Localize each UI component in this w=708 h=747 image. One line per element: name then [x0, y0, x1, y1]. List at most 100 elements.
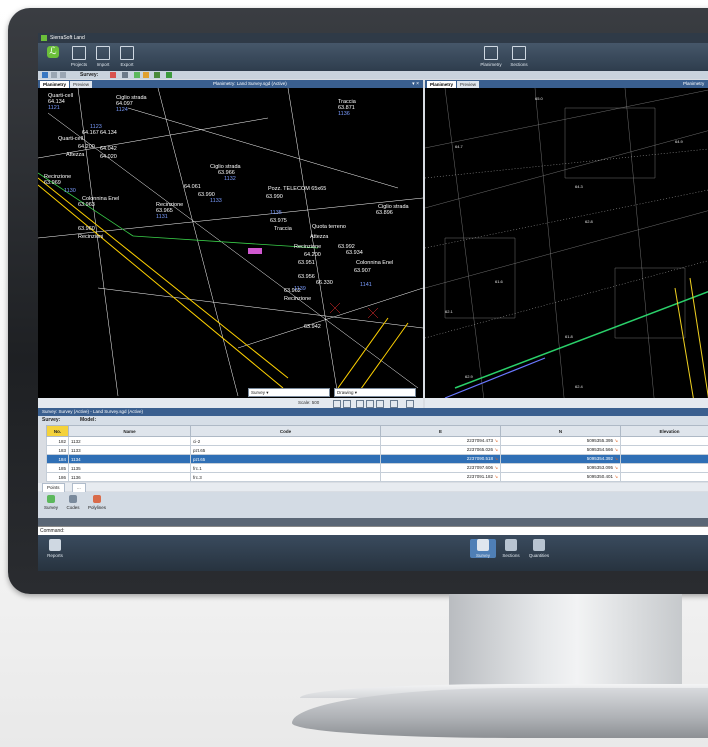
cell-e[interactable]: 2237094.473 ↘: [380, 436, 501, 446]
app-window: SierraSoft Land ℒ Projects Import Export…: [38, 33, 708, 571]
planimetry-viewport-right[interactable]: Planimetry Preview Planimetry 65.0 64.7 …: [425, 80, 708, 408]
edit-marker-icon[interactable]: ↘: [613, 438, 618, 443]
cell-el[interactable]: 63: [620, 463, 708, 473]
properties-icon[interactable]: [406, 400, 414, 408]
panel-splitter[interactable]: [38, 518, 708, 526]
cell-name[interactable]: 1134: [68, 454, 191, 464]
cell-n[interactable]: 5095354.566 ↘: [500, 445, 621, 455]
edit-marker-icon[interactable]: ↘: [613, 474, 618, 479]
cad-label: 63.934: [346, 250, 363, 256]
edit-marker-icon[interactable]: ↘: [493, 465, 498, 470]
edit-marker-icon[interactable]: ↘: [493, 474, 498, 479]
cell-el[interactable]: 63: [620, 445, 708, 455]
codes-tab-button[interactable]: Codes: [62, 495, 84, 510]
telecom-manhole-mark[interactable]: [248, 248, 262, 254]
survey-bottom-button[interactable]: Survey: [470, 539, 496, 558]
save-icon[interactable]: [42, 72, 48, 78]
col-header-n[interactable]: N: [500, 425, 621, 437]
cell-name[interactable]: 1135: [68, 463, 191, 473]
edit-marker-icon[interactable]: ↘: [493, 456, 498, 461]
table-icon[interactable]: [154, 72, 160, 78]
col-header-elevation[interactable]: Elevation: [620, 425, 708, 437]
col-header-e[interactable]: E: [380, 425, 501, 437]
cell-code[interactable]: frc.1: [190, 463, 381, 473]
tab-preview-right[interactable]: Preview: [457, 81, 480, 88]
table-row[interactable]: 1861136frc.32237091.182 ↘5095350.401 ↘63: [46, 472, 708, 482]
table-row[interactable]: 1841134pzt.652237090.518 ↘5095354.392 ↘6…: [46, 454, 708, 464]
cell-code[interactable]: pzt.65: [190, 454, 381, 464]
quantities-bottom-button[interactable]: Quantities: [526, 539, 552, 558]
plant-icon[interactable]: [166, 72, 172, 78]
cell-el[interactable]: 63: [620, 454, 708, 464]
cell-no[interactable]: 185: [46, 463, 69, 473]
viewport-title-right: Planimetry: [683, 81, 705, 86]
sections-icon: [512, 46, 526, 60]
sections-bottom-button[interactable]: Sections: [498, 539, 524, 558]
import-button[interactable]: Import: [92, 45, 114, 69]
col-header-no[interactable]: No.: [46, 425, 69, 437]
cell-n[interactable]: 5095354.392 ↘: [500, 454, 621, 464]
col-header-code[interactable]: Code: [190, 425, 381, 437]
add-point-icon[interactable]: [134, 72, 140, 78]
redo-icon[interactable]: [60, 72, 66, 78]
cell-name[interactable]: 1133: [68, 445, 191, 455]
grid-icon[interactable]: [122, 72, 128, 78]
ortho-icon[interactable]: [343, 400, 351, 408]
tab-planimetry-right[interactable]: Planimetry: [427, 81, 457, 88]
tab-preview[interactable]: Preview: [70, 81, 93, 88]
edit-marker-icon[interactable]: ↘: [613, 447, 618, 452]
edit-icon[interactable]: [143, 72, 149, 78]
col-header-name[interactable]: Name: [68, 425, 191, 437]
export-button[interactable]: Export: [116, 45, 138, 69]
drawing-dropdown[interactable]: Drawing ▾: [334, 388, 416, 397]
survey-dropdown[interactable]: Survey ▾: [248, 388, 330, 397]
cell-no[interactable]: 186: [46, 472, 69, 482]
cad-drawing-right[interactable]: 65.0 64.7 64.3 64.9 62.8 61.6 62.1 61.8 62.4 62.9: [425, 88, 708, 408]
polylines-tab-button[interactable]: Polylines: [86, 495, 108, 510]
edit-marker-icon[interactable]: ↘: [613, 465, 618, 470]
zoom-out-icon[interactable]: [366, 400, 374, 408]
cell-no[interactable]: 182: [46, 436, 69, 446]
pan-icon[interactable]: [376, 400, 384, 408]
cell-name[interactable]: 1136: [68, 472, 191, 482]
cell-n[interactable]: 5095350.401 ↘: [500, 472, 621, 482]
projects-button[interactable]: Projects: [68, 45, 90, 69]
planimetry-view-button[interactable]: Planimetry: [478, 45, 504, 69]
cell-e[interactable]: 2237065.026 ↘: [380, 445, 501, 455]
undo-icon[interactable]: [51, 72, 57, 78]
cell-name[interactable]: 1132: [68, 436, 191, 446]
cell-code[interactable]: ci-2: [190, 436, 381, 446]
survey-delete-icon[interactable]: [110, 72, 116, 78]
zoom-in-icon[interactable]: [356, 400, 364, 408]
cell-e[interactable]: 2237091.182 ↘: [380, 472, 501, 482]
cell-n[interactable]: 5095353.095 ↘: [500, 463, 621, 473]
snap-icon[interactable]: [333, 400, 341, 408]
reports-button[interactable]: Reports: [42, 539, 68, 558]
cad-label: 63.975: [270, 218, 287, 224]
survey-toolbar-label: Survey:: [42, 417, 61, 423]
cell-e[interactable]: 2237090.518 ↘: [380, 454, 501, 464]
close-icon[interactable]: ▾ ×: [412, 81, 419, 87]
table-row[interactable]: 1821132ci-22237094.473 ↘5095355.395 ↘63: [46, 436, 708, 446]
cell-no[interactable]: 183: [46, 445, 69, 455]
cell-el[interactable]: 63: [620, 436, 708, 446]
edit-marker-icon[interactable]: ↘: [613, 456, 618, 461]
table-row[interactable]: 1831133pzt.652237065.026 ↘5095354.566 ↘6…: [46, 445, 708, 455]
cell-n[interactable]: 5095355.395 ↘: [500, 436, 621, 446]
edit-marker-icon[interactable]: ↘: [493, 447, 498, 452]
survey-tab-button[interactable]: Survey: [40, 495, 62, 510]
cell-code[interactable]: frc.3: [190, 472, 381, 482]
edit-marker-icon[interactable]: ↘: [493, 438, 498, 443]
table-row[interactable]: 1851135frc.12237097.606 ↘5095353.095 ↘63: [46, 463, 708, 473]
planimetry-viewport-left[interactable]: Planimetry Preview Planimetry: Land Surv…: [38, 80, 423, 408]
sections-view-button[interactable]: Sections: [506, 45, 532, 69]
cad-drawing-left[interactable]: Quarti-cell64.1341121Ciglio strada64.097…: [38, 88, 423, 396]
home-logo-button[interactable]: ℒ: [42, 45, 64, 69]
cell-no[interactable]: 184: [46, 454, 69, 464]
cell-e[interactable]: 2237097.606 ↘: [380, 463, 501, 473]
tab-planimetry[interactable]: Planimetry: [40, 81, 70, 88]
cell-code[interactable]: pzt.65: [190, 445, 381, 455]
cell-el[interactable]: 63: [620, 472, 708, 482]
layers-icon[interactable]: [390, 400, 398, 408]
points-table[interactable]: No. Name Code E N Elevation 182 1132 ci-2 2…: [46, 425, 708, 482]
